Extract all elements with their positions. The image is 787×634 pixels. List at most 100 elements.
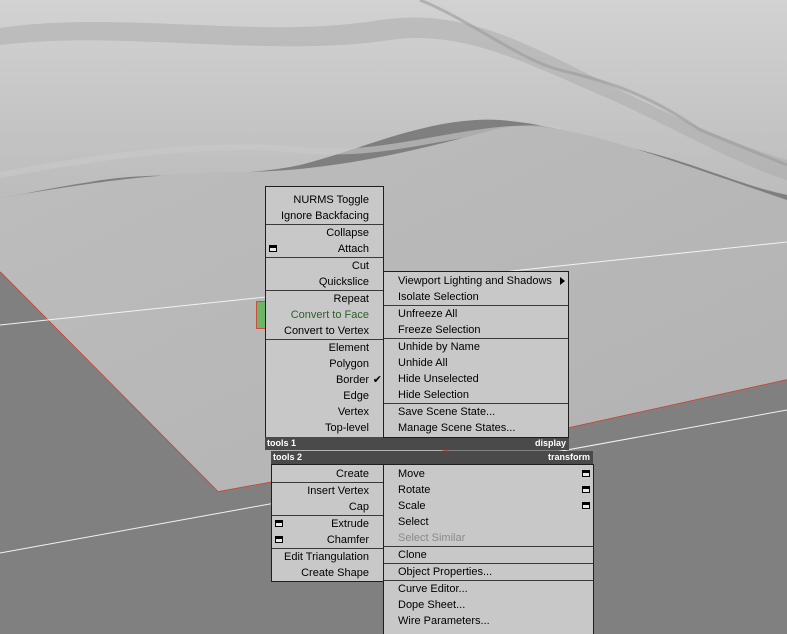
quad-menu-transform: Move Rotate Scale Select Select Similar Clone…: [383, 464, 594, 634]
menu-item-label: Dope Sheet...: [398, 599, 466, 611]
menu-item-convert-to-vertex[interactable]: Convert to Vertex: [266, 323, 383, 339]
quad-header-tools1-display: tools 1 display: [265, 437, 569, 450]
menu-item-label: NURMS Toggle: [293, 194, 369, 206]
menu-item-label: Scale: [398, 500, 426, 512]
menu-item-attach[interactable]: Attach: [266, 241, 383, 257]
menu-item-collapse[interactable]: Collapse: [266, 225, 383, 241]
menu-item-top-level[interactable]: Top-level: [266, 420, 383, 436]
menu-item-label: Extrude: [331, 518, 369, 530]
menu-item-vertex[interactable]: Vertex: [266, 404, 383, 420]
settings-box-icon[interactable]: [275, 536, 283, 543]
menu-item-unfreeze-all[interactable]: Unfreeze All: [384, 306, 568, 322]
header-tools1-label: tools 1: [267, 438, 297, 448]
menu-item-label: Attach: [337, 243, 369, 255]
menu-item-object-properties[interactable]: Object Properties...: [384, 564, 593, 580]
menu-item-label: Create: [335, 468, 369, 480]
menu-item-label: Save Scene State...: [398, 406, 496, 418]
menu-item-nurms-toggle[interactable]: NURMS Toggle: [266, 192, 383, 208]
header-display-label: display: [534, 438, 566, 448]
menu-item-label: Ignore Backfacing: [280, 210, 369, 222]
settings-box-icon[interactable]: [269, 245, 277, 252]
menu-item-label: Hide Selection: [398, 389, 469, 401]
settings-box-icon[interactable]: [275, 520, 283, 527]
menu-item-select[interactable]: Select: [384, 514, 593, 530]
menu-item-viewport-lighting-and-shadows[interactable]: Viewport Lighting and Shadows: [384, 273, 568, 289]
menu-item-label: Object Properties...: [398, 566, 493, 578]
menu-item-scale[interactable]: Scale: [384, 498, 593, 514]
checkmark-icon: ✔: [372, 374, 382, 386]
header-tools2-label: tools 2: [273, 452, 303, 462]
quad-menu-tools1: NURMS Toggle Ignore Backfacing Collapse Att…: [265, 186, 384, 438]
menu-item-unhide-by-name[interactable]: Unhide by Name: [384, 339, 568, 355]
menu-item-label: Select: [398, 516, 429, 528]
menu-item-edge[interactable]: Edge: [266, 388, 383, 404]
quad-menu-tools2: Create Insert Vertex Cap Extrude Chamfer Edit…: [271, 464, 384, 582]
menu-item-label: Insert Vertex: [307, 485, 369, 497]
menu-item-create[interactable]: Create: [272, 466, 383, 482]
menu-item-label: Collapse: [326, 227, 369, 239]
menu-item-label: Top-level: [324, 422, 369, 434]
menu-item-label: Element: [328, 342, 369, 354]
menu-item-dope-sheet[interactable]: Dope Sheet...: [384, 597, 593, 613]
menu-item-label: Convert to Vertex: [284, 325, 369, 337]
menu-item-label: Manage Scene States...: [398, 422, 516, 434]
menu-item-element[interactable]: Element: [266, 340, 383, 356]
menu-item-unhide-all[interactable]: Unhide All: [384, 355, 568, 371]
menu-item-label: Isolate Selection: [398, 291, 479, 303]
menu-item-label: Border: [335, 374, 369, 386]
menu-item-ignore-backfacing[interactable]: Ignore Backfacing: [266, 208, 383, 224]
menu-item-edit-triangulation[interactable]: Edit Triangulation: [272, 549, 383, 565]
menu-item-wire-parameters[interactable]: Wire Parameters...: [384, 613, 593, 629]
menu-item-create-shape[interactable]: Create Shape: [272, 565, 383, 581]
menu-item-label: Edge: [343, 390, 369, 402]
menu-item-border[interactable]: Border ✔: [266, 372, 383, 388]
menu-item-label: Rotate: [398, 484, 431, 496]
menu-item-label: Unhide All: [398, 357, 448, 369]
menu-item-freeze-selection[interactable]: Freeze Selection: [384, 322, 568, 338]
menu-item-move[interactable]: Move: [384, 466, 593, 482]
menu-item-manage-scene-states[interactable]: Manage Scene States...: [384, 420, 568, 436]
menu-item-label: Viewport Lighting and Shadows: [398, 275, 552, 287]
menu-item-label: Wire Parameters...: [398, 615, 490, 627]
menu-item-label: Vertex: [337, 406, 369, 418]
menu-item-cut[interactable]: Cut: [266, 258, 383, 274]
menu-item-convert-to-face[interactable]: Convert to Face: [266, 307, 383, 323]
settings-box-icon[interactable]: [582, 502, 590, 509]
menu-item-curve-editor[interactable]: Curve Editor...: [384, 581, 593, 597]
menu-item-label: Chamfer: [326, 534, 369, 546]
menu-item-polygon[interactable]: Polygon: [266, 356, 383, 372]
menu-item-insert-vertex[interactable]: Insert Vertex: [272, 483, 383, 499]
menu-item-label: Cut: [351, 260, 369, 272]
menu-item-repeat[interactable]: Repeat: [266, 291, 383, 307]
menu-item-label: Create Shape: [301, 567, 369, 579]
menu-item-label: Clone: [398, 549, 427, 561]
menu-item-label: Freeze Selection: [398, 324, 481, 336]
menu-item-isolate-selection[interactable]: Isolate Selection: [384, 289, 568, 305]
menu-item-save-scene-state[interactable]: Save Scene State...: [384, 404, 568, 420]
menu-item-label: Unhide by Name: [398, 341, 480, 353]
menu-item-hide-unselected[interactable]: Hide Unselected: [384, 371, 568, 387]
quad-header-tools2-transform: tools 2 transform: [271, 451, 593, 464]
menu-item-label: Quickslice: [318, 276, 369, 288]
settings-box-icon[interactable]: [582, 470, 590, 477]
menu-item-cap[interactable]: Cap: [272, 499, 383, 515]
menu-item-clone[interactable]: Clone: [384, 547, 593, 563]
menu-item-quickslice[interactable]: Quickslice: [266, 274, 383, 290]
menu-item-label: Select Similar: [398, 532, 466, 544]
header-transform-label: transform: [547, 452, 590, 462]
menu-item-hide-selection[interactable]: Hide Selection: [384, 387, 568, 403]
menu-item-extrude[interactable]: Extrude: [272, 516, 383, 532]
menu-item-label: Hide Unselected: [398, 373, 479, 385]
menu-item-rotate[interactable]: Rotate: [384, 482, 593, 498]
menu-item-label: Convert to Face: [290, 309, 369, 321]
submenu-arrow-icon: [560, 277, 565, 285]
menu-item-label: Move: [398, 468, 425, 480]
menu-item-label: Cap: [348, 501, 369, 513]
menu-item-label: Repeat: [333, 293, 369, 305]
menu-item-label: Edit Triangulation: [284, 551, 369, 563]
menu-item-label: Polygon: [329, 358, 369, 370]
menu-item-label: Curve Editor...: [398, 583, 468, 595]
quad-menu-display: Viewport Lighting and Shadows Isolate Sel…: [383, 271, 569, 438]
menu-item-chamfer[interactable]: Chamfer: [272, 532, 383, 548]
settings-box-icon[interactable]: [582, 486, 590, 493]
